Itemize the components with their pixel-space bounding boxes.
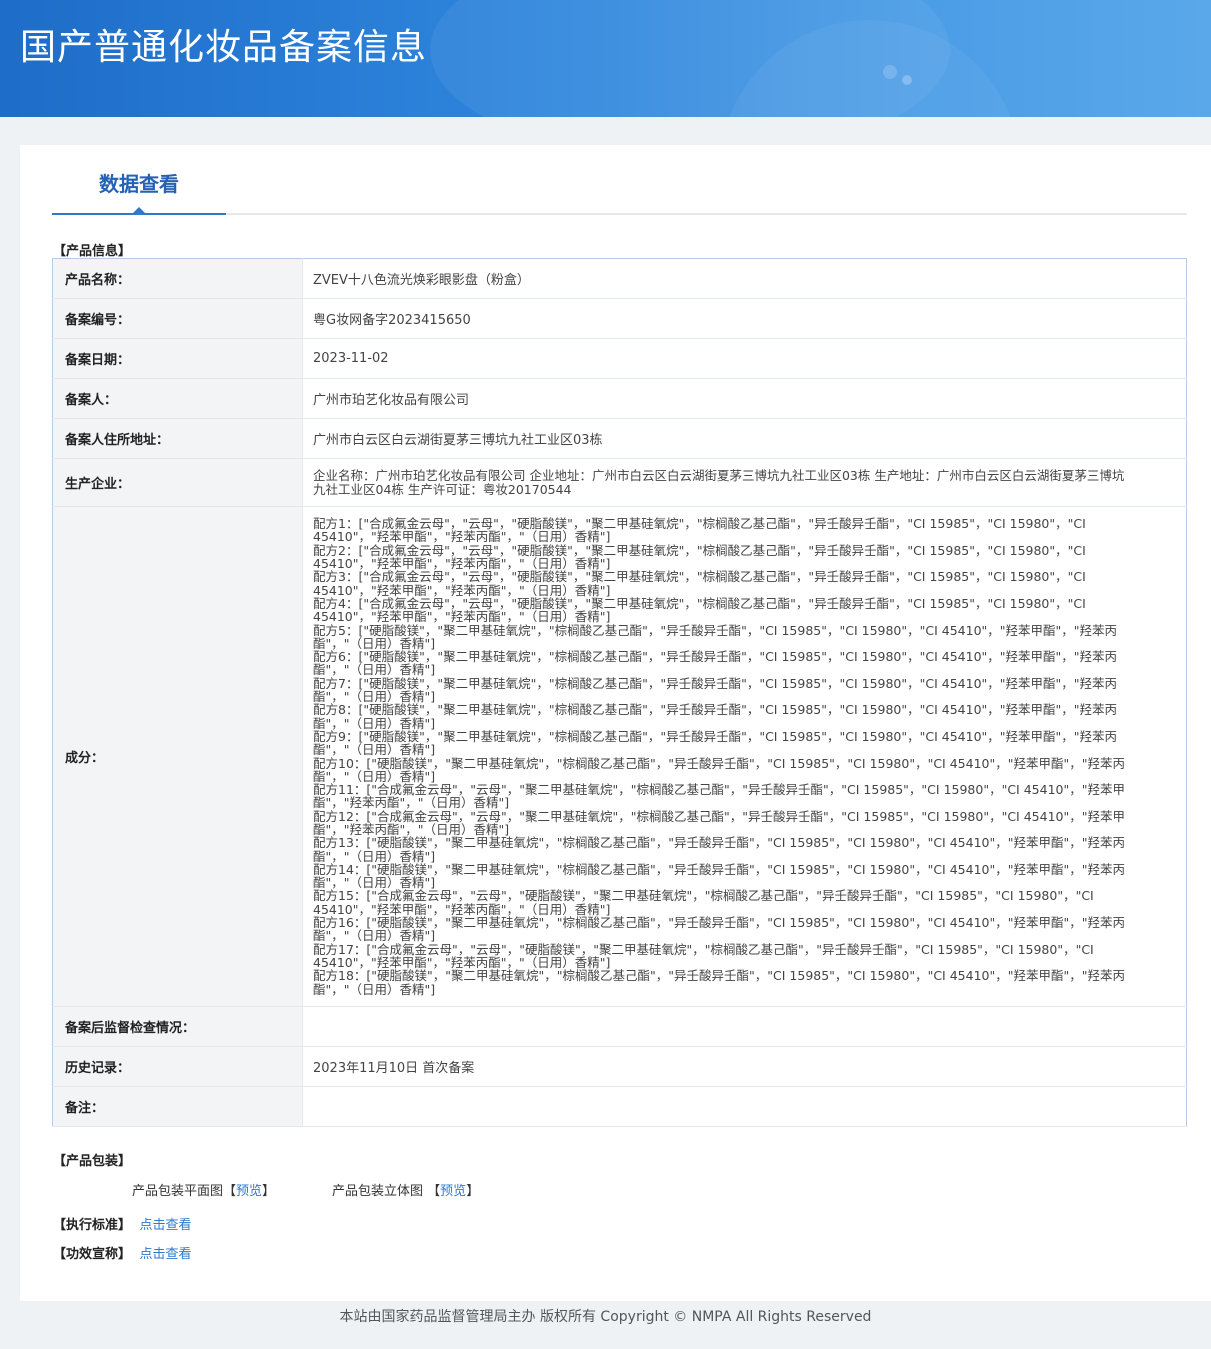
info-row-label: 备案后监督检查情况： xyxy=(52,1006,303,1047)
footer: 本站由国家药品监督管理局主办 版权所有 Copyright © NMPA All… xyxy=(339,1309,872,1325)
packaging-solid-row: 产品包装立体图 【预览】 xyxy=(332,1180,479,1199)
standard-view-link[interactable]: 点击查看 xyxy=(140,1218,192,1233)
formula-line: 配方11：["合成氟金云母"，"云母"，"聚二甲基硅氧烷"，"棕榈酸乙基己酯"，… xyxy=(313,782,1125,811)
formula-line: 配方14：["硬脂酸镁"，"聚二甲基硅氧烷"，"棕榈酸乙基己酯"，"异壬酸异壬酯… xyxy=(313,861,1125,891)
info-row: 生产企业： 企业名称：广州市珀艺化妆品有限公司 企业地址：广州市白云区白云湖街夏茅… xyxy=(52,458,1187,507)
info-row-value: 广州市珀艺化妆品有限公司 xyxy=(302,378,1187,419)
formula-line: 配方12：["合成氟金云母"，"云母"，"聚二甲基硅氧烷"，"棕榈酸乙基己酯"，… xyxy=(313,808,1125,837)
info-row-label: 生产企业： xyxy=(52,458,303,507)
info-row: 备注： xyxy=(52,1086,1187,1127)
info-row-value xyxy=(302,1086,1187,1127)
formula-line: 配方2：["合成氟金云母"，"云母"，"硬脂酸镁"，"聚二甲基硅氧烷"，"棕榈酸… xyxy=(313,542,1086,572)
standard-label: 【执行标准】 xyxy=(53,1218,132,1233)
efficacy-label: 【功效宣称】 xyxy=(53,1247,132,1262)
info-row: 成分： 配方1：["合成氟金云母"，"云母"，"硬脂酸镁"，"聚二甲基硅氧烷"，"… xyxy=(52,506,1187,1007)
info-row-value: 企业名称：广州市珀艺化妆品有限公司 企业地址：广州市白云区白云湖街夏茅三博坑九社… xyxy=(302,458,1187,507)
info-row: 备案人住所地址： 广州市白云区白云湖街夏茅三博坑九社工业区03栋 xyxy=(52,418,1187,459)
info-row-label: 产品名称： xyxy=(52,258,303,299)
header-decoration xyxy=(883,65,897,79)
info-row-label: 备案日期： xyxy=(52,338,303,379)
tab-active-caret xyxy=(132,207,146,214)
formula-line: 配方3：["合成氟金云母"，"云母"，"硬脂酸镁"，"聚二甲基硅氧烷"，"棕榈酸… xyxy=(313,569,1086,598)
info-row: 备案日期： 2023-11-02 xyxy=(52,338,1187,379)
formula-line: 配方8：["硬脂酸镁"，"聚二甲基硅氧烷"，"棕榈酸乙基己酯"，"异壬酸异壬酯"… xyxy=(313,702,1118,731)
info-row: 备案编号： 粤G妆网备字2023415650 xyxy=(52,298,1187,339)
info-row-value: 配方1：["合成氟金云母"，"云母"，"硬脂酸镁"，"聚二甲基硅氧烷"，"棕榈酸… xyxy=(302,506,1187,1007)
formula-line: 配方13：["硬脂酸镁"，"聚二甲基硅氧烷"，"棕榈酸乙基己酯"，"异壬酸异壬酯… xyxy=(313,835,1125,864)
info-row-label: 历史记录： xyxy=(52,1046,303,1087)
formula-line: 配方6：["硬脂酸镁"，"聚二甲基硅氧烷"，"棕榈酸乙基己酯"，"异壬酸异壬酯"… xyxy=(313,649,1118,678)
info-row: 产品名称： ZVEV十八色流光焕彩眼影盘（粉盒） xyxy=(52,258,1187,299)
formula-line: 配方4：["合成氟金云母"，"云母"，"硬脂酸镁"，"聚二甲基硅氧烷"，"棕榈酸… xyxy=(313,595,1086,625)
content-panel: 数据查看 【产品信息】 产品名称： ZVEV十八色流光焕彩眼影盘（粉盒） 备案编号：… xyxy=(20,145,1211,1301)
info-row: 备案后监督检查情况： xyxy=(52,1006,1187,1047)
info-row-value: ZVEV十八色流光焕彩眼影盘（粉盒） xyxy=(302,258,1187,299)
info-row-value: 2023年11月10日 首次备案 xyxy=(302,1046,1187,1087)
info-row-label: 备注： xyxy=(52,1086,303,1127)
info-row-label: 成分： xyxy=(52,506,303,1007)
packaging-flat-row: 产品包装平面图【预览】 xyxy=(132,1180,275,1199)
tab-data-view[interactable]: 数据查看 xyxy=(52,145,226,215)
tab-label: 数据查看 xyxy=(99,172,179,196)
formula-line: 配方15：["合成氟金云母"，"云母"，"硬脂酸镁"，"聚二甲基硅氧烷"，"棕榈… xyxy=(313,888,1094,917)
bracket: 】 xyxy=(466,1184,480,1199)
product-info-table: 产品名称： ZVEV十八色流光焕彩眼影盘（粉盒） 备案编号： 粤G妆网备字202341… xyxy=(52,258,1187,1127)
bracket: 【 xyxy=(427,1184,441,1199)
info-row: 历史记录： 2023年11月10日 首次备案 xyxy=(52,1046,1187,1087)
info-row-label: 备案人住所地址： xyxy=(52,418,303,459)
bracket: 【 xyxy=(223,1184,237,1199)
section-product-info: 【产品信息】 xyxy=(53,244,132,259)
packaging-solid-label: 产品包装立体图 xyxy=(332,1184,424,1199)
formula-line: 配方7：["硬脂酸镁"，"聚二甲基硅氧烷"，"棕榈酸乙基己酯"，"异壬酸异壬酯"… xyxy=(313,675,1118,705)
tab-bar: 数据查看 xyxy=(52,145,1187,215)
formula-line: 配方18：["硬脂酸镁"，"聚二甲基硅氧烷"，"棕榈酸乙基己酯"，"异壬酸异壬酯… xyxy=(313,968,1125,997)
info-row-value: 2023-11-02 xyxy=(302,338,1187,379)
info-row-label: 备案人： xyxy=(52,378,303,419)
formula-line: 配方17：["合成氟金云母"，"云母"，"硬脂酸镁"，"聚二甲基硅氧烷"，"棕榈… xyxy=(313,941,1094,970)
section-packaging: 【产品包装】 xyxy=(53,1154,132,1169)
section-efficacy: 【功效宣称】 点击查看 xyxy=(53,1243,192,1262)
info-row-label: 备案编号： xyxy=(52,298,303,339)
packaging-flat-label: 产品包装平面图 xyxy=(132,1184,224,1199)
info-row-value xyxy=(302,1006,1187,1047)
efficacy-view-link[interactable]: 点击查看 xyxy=(140,1247,192,1262)
packaging-flat-preview-link[interactable]: 预览 xyxy=(236,1184,262,1199)
formula-line: 配方1：["合成氟金云母"，"云母"，"硬脂酸镁"，"聚二甲基硅氧烷"，"棕榈酸… xyxy=(313,516,1086,545)
page-header: 国产普通化妆品备案信息 xyxy=(0,0,1211,117)
page-title: 国产普通化妆品备案信息 xyxy=(20,27,428,68)
formula-line: 配方16：["硬脂酸镁"，"聚二甲基硅氧烷"，"棕榈酸乙基己酯"，"异壬酸异壬酯… xyxy=(313,915,1125,944)
info-row: 备案人： 广州市珀艺化妆品有限公司 xyxy=(52,378,1187,419)
formula-line: 配方10：["硬脂酸镁"，"聚二甲基硅氧烷"，"棕榈酸乙基己酯"，"异壬酸异壬酯… xyxy=(313,755,1125,784)
header-decoration xyxy=(902,75,912,85)
section-standard: 【执行标准】 点击查看 xyxy=(53,1214,192,1233)
info-row-value: 广州市白云区白云湖街夏茅三博坑九社工业区03栋 xyxy=(302,418,1187,459)
bracket: 】 xyxy=(262,1184,276,1199)
info-row-value: 粤G妆网备字2023415650 xyxy=(302,298,1187,339)
formula-line: 配方9：["硬脂酸镁"，"聚二甲基硅氧烷"，"棕榈酸乙基己酯"，"异壬酸异壬酯"… xyxy=(313,728,1118,758)
packaging-solid-preview-link[interactable]: 预览 xyxy=(440,1184,466,1199)
formula-line: 配方5：["硬脂酸镁"，"聚二甲基硅氧烷"，"棕榈酸乙基己酯"，"异壬酸异壬酯"… xyxy=(313,622,1118,651)
